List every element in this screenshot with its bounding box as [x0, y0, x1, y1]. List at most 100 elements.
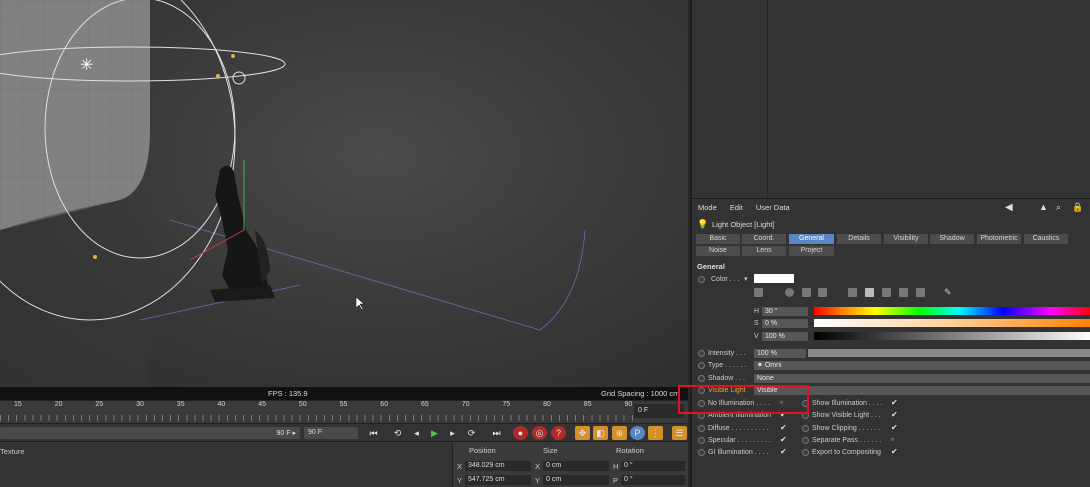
step-back-icon[interactable]: ◂: [409, 426, 424, 440]
end-frame-field[interactable]: 90 F: [304, 427, 358, 439]
color-swatch[interactable]: [754, 274, 794, 283]
position-y-field[interactable]: 547.725 cm: [465, 475, 531, 485]
tab-coord[interactable]: Coord.: [742, 234, 786, 244]
key-scale-icon[interactable]: ◧: [593, 426, 608, 440]
tab-photometric[interactable]: Photometric: [977, 234, 1021, 244]
option-checkbox[interactable]: ✔: [891, 399, 899, 407]
ruler-tick-label: 25: [95, 401, 104, 408]
type-label: Type . . . . . .: [708, 362, 747, 369]
tab-lens[interactable]: Lens: [742, 246, 786, 256]
option-checkbox[interactable]: ✔: [891, 411, 899, 419]
rotation-header: Rotation: [616, 446, 644, 455]
menu-mode[interactable]: Mode: [698, 203, 717, 212]
option-anim-dot[interactable]: [698, 449, 705, 457]
tab-visibility[interactable]: Visibility: [884, 234, 928, 244]
tab-noise[interactable]: Noise: [696, 246, 740, 256]
object-manager[interactable]: [690, 0, 1090, 198]
next-key-icon[interactable]: ⟳: [464, 426, 479, 440]
viewport-scene: ✳: [0, 0, 586, 387]
size-x-field[interactable]: 0 cm: [543, 461, 609, 471]
back-arrow-icon[interactable]: ◀: [1005, 202, 1013, 213]
search-icon[interactable]: ⌕: [1056, 202, 1061, 213]
value-slider[interactable]: [814, 332, 1090, 340]
current-frame-field[interactable]: 0 F: [634, 404, 684, 418]
tab-project[interactable]: Project: [789, 246, 834, 256]
eyedropper-icon[interactable]: ✎: [944, 287, 952, 298]
option-checkbox[interactable]: ✔: [780, 423, 788, 432]
size-y-axis: Y: [535, 476, 541, 485]
tab-caustics[interactable]: Caustics: [1024, 234, 1068, 244]
key-pla-icon[interactable]: ⋮: [648, 426, 663, 440]
goto-end-icon[interactable]: ⏭: [489, 426, 504, 440]
lock-icon[interactable]: 🔒: [1072, 202, 1083, 213]
option-label: GI Illumination . . . .: [708, 449, 769, 457]
3d-viewport[interactable]: ✳: [0, 0, 688, 387]
intensity-field[interactable]: 100 %: [754, 349, 806, 358]
hue-field[interactable]: 30 °: [762, 307, 808, 316]
kelvin-icon[interactable]: [865, 288, 874, 297]
menu-user-data[interactable]: User Data: [756, 203, 790, 212]
option-checkbox[interactable]: ▫: [891, 435, 899, 444]
option-anim-dot[interactable]: [802, 449, 809, 457]
spectrum-icon[interactable]: [785, 288, 794, 297]
goto-start-icon[interactable]: ⏮: [366, 426, 381, 440]
hue-slider[interactable]: [814, 307, 1090, 315]
mixer-icon[interactable]: [882, 288, 891, 297]
viewport-status-bar: FPS : 135.9 Grid Spacing : 1000 cm: [0, 387, 688, 400]
scheme-menu-icon[interactable]: ☰: [672, 426, 687, 440]
option-anim-dot[interactable]: [698, 436, 705, 444]
type-anim-dot[interactable]: [698, 362, 705, 369]
shadow-dropdown[interactable]: None: [754, 374, 1090, 383]
ruler-tick-label: 85: [583, 401, 592, 408]
key-position-icon[interactable]: ✥: [575, 426, 590, 440]
ruler-tick-label: 15: [14, 401, 22, 408]
tab-general[interactable]: General: [789, 234, 834, 244]
key-parameter-icon[interactable]: P: [630, 426, 645, 440]
intensity-slider[interactable]: [808, 349, 1090, 357]
size-y-field[interactable]: 0 cm: [543, 475, 609, 485]
image-picker-icon[interactable]: [802, 288, 811, 297]
up-arrow-icon[interactable]: ▲: [1039, 202, 1048, 212]
color-anim-dot[interactable]: [698, 276, 705, 283]
hsv-icon[interactable]: [848, 288, 857, 297]
color-expand-icon[interactable]: ▾: [744, 275, 748, 283]
option-checkbox[interactable]: ✔: [780, 435, 788, 444]
palette-icon[interactable]: [916, 288, 925, 297]
fps-readout: FPS : 135.9: [268, 389, 308, 398]
menu-edit[interactable]: Edit: [730, 203, 743, 212]
keyframe-selection-icon[interactable]: ?: [551, 426, 566, 440]
tab-shadow[interactable]: Shadow: [930, 234, 974, 244]
ruler-tick-label: 90: [624, 401, 633, 408]
prev-key-icon[interactable]: ⟲: [390, 426, 405, 440]
preview-range-slider[interactable]: 90 F ▸: [0, 427, 300, 439]
key-rotation-icon[interactable]: ⊕: [612, 426, 627, 440]
option-anim-dot[interactable]: [698, 424, 705, 432]
intensity-anim-dot[interactable]: [698, 350, 705, 357]
swatches-icon[interactable]: [899, 288, 908, 297]
rgb-icon[interactable]: [818, 288, 827, 297]
option-anim-dot[interactable]: [802, 424, 809, 432]
color-wheel-icon[interactable]: [754, 288, 763, 297]
record-keys-icon[interactable]: ●: [513, 426, 528, 440]
option-label: Show Visible Light . . .: [812, 412, 881, 420]
option-checkbox[interactable]: ✔: [780, 448, 788, 456]
rot-p-axis: P: [613, 476, 619, 485]
tab-details[interactable]: Details: [837, 234, 881, 244]
position-x-field[interactable]: 348.029 cm: [465, 461, 531, 471]
autokey-icon[interactable]: ◎: [532, 426, 547, 440]
step-forward-icon[interactable]: ▸: [445, 426, 460, 440]
rotation-p-field[interactable]: 0 °: [621, 475, 685, 485]
option-checkbox[interactable]: ✔: [891, 423, 899, 432]
rotation-h-field[interactable]: 0 °: [621, 461, 685, 471]
saturation-field[interactable]: 0 %: [762, 319, 808, 328]
option-anim-dot[interactable]: [802, 436, 809, 444]
timeline-ruler[interactable]: 15 20 25 30 35 40 45 50 55 60 65 70 75 80 85 90 0 F: [0, 400, 688, 423]
s-label: S: [754, 320, 759, 327]
option-checkbox[interactable]: ✔: [891, 448, 899, 456]
value-field[interactable]: 100 %: [762, 332, 808, 341]
type-dropdown[interactable]: ✷ Omni: [754, 361, 1090, 370]
tab-basic[interactable]: Basic: [696, 234, 740, 244]
shadow-anim-dot[interactable]: [698, 375, 705, 382]
saturation-slider[interactable]: [814, 319, 1090, 327]
play-icon[interactable]: ▶: [427, 426, 442, 440]
